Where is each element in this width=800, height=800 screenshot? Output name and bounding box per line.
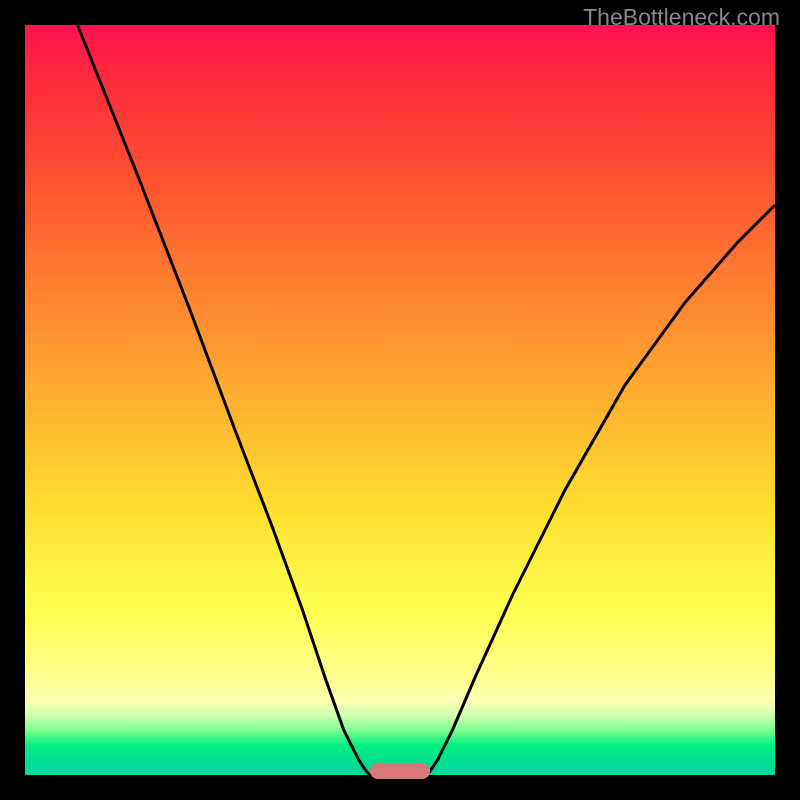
chart-curves xyxy=(25,25,775,775)
optimum-marker xyxy=(370,763,430,779)
curve-right xyxy=(426,205,775,775)
watermark-text: TheBottleneck.com xyxy=(583,4,780,31)
chart-plot-area xyxy=(25,25,775,775)
curve-left xyxy=(78,25,374,775)
